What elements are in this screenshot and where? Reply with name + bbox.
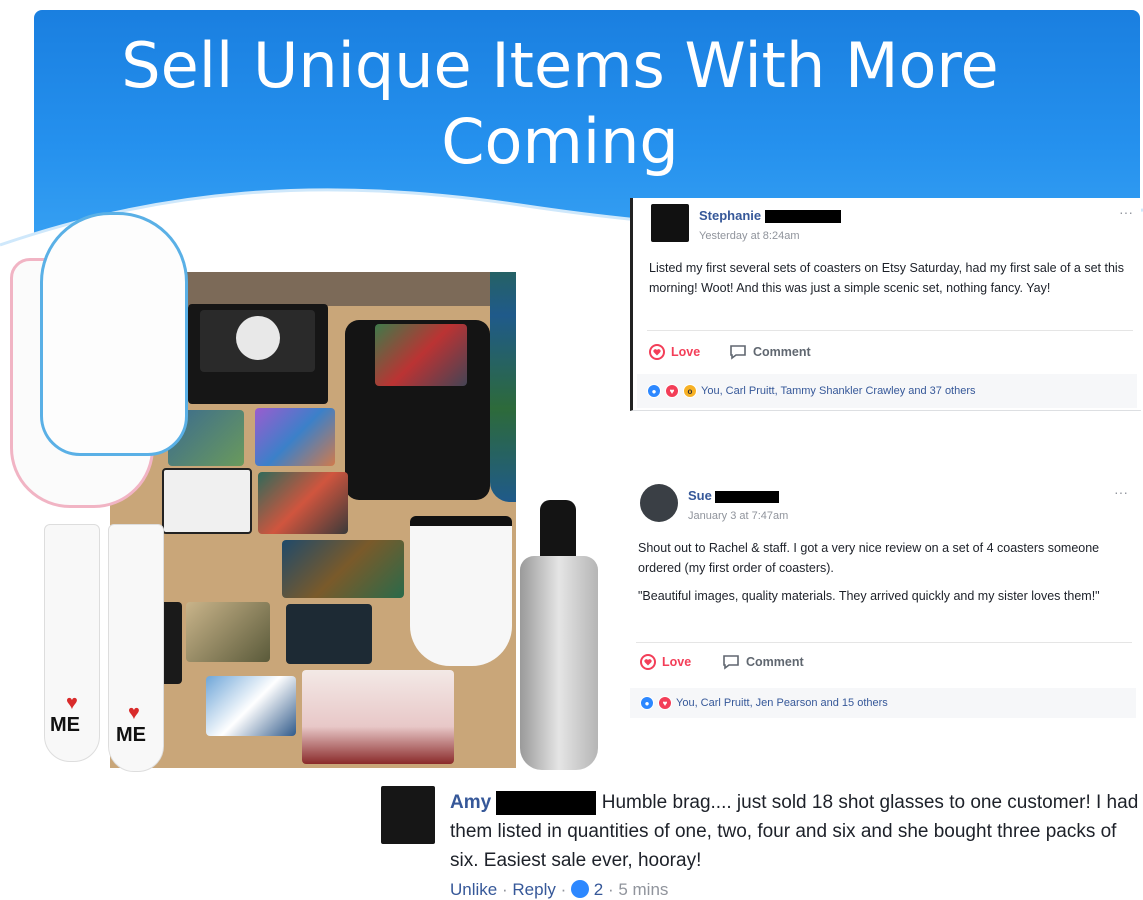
sock-text-left: ME: [50, 714, 80, 736]
love-button[interactable]: Love: [649, 344, 700, 360]
avatar: [381, 786, 435, 844]
peacock-socks: [488, 272, 516, 502]
wallet-white: [162, 468, 252, 534]
fb-post-sue: Sue January 3 at 7:47am ··· Shout out to…: [630, 476, 1136, 720]
comment-amy: Amy Humble brag.... just sold 18 shot gl…: [367, 778, 1143, 900]
wallet-forest: [282, 540, 404, 598]
wallet-nebula: [255, 408, 335, 466]
heart-outline-icon: [649, 344, 665, 360]
blue-bib: [40, 212, 188, 456]
comment-text: Amy Humble brag.... just sold 18 shot gl…: [450, 788, 1140, 875]
avatar: [651, 204, 689, 242]
title-line-2: Coming: [441, 105, 679, 178]
comment-button[interactable]: Comment: [722, 654, 804, 670]
tote-bag: [302, 670, 454, 764]
sun-bag: [188, 304, 328, 404]
comment-time[interactable]: 5 mins: [618, 880, 668, 899]
wallet-graffiti: [258, 472, 348, 534]
love-me-socks: ME ME ♥ ♥: [42, 524, 172, 772]
commenter-name[interactable]: Amy: [450, 792, 491, 813]
comment-icon: [730, 345, 746, 360]
poster-name[interactable]: Stephanie: [699, 208, 841, 224]
sock-text-right: ME: [116, 724, 146, 746]
comment-meta: Unlike · Reply · 2 · 5 mins: [450, 879, 669, 899]
comment-button[interactable]: Comment: [729, 344, 811, 360]
reactions-bar[interactable]: ● ♥ You, Carl Pruitt, Jen Pearson and 15…: [630, 688, 1136, 718]
avatar: [640, 484, 678, 522]
wallet-pattern: [286, 604, 372, 664]
post-time[interactable]: January 3 at 7:47am: [688, 510, 788, 522]
like-count-icon: [571, 879, 589, 898]
post-text: Listed my first several sets of coasters…: [649, 261, 1124, 295]
more-options-icon[interactable]: ···: [1119, 204, 1133, 220]
more-options-icon[interactable]: ···: [1114, 484, 1128, 500]
unlike-link[interactable]: Unlike: [450, 880, 497, 899]
heart-icon: ♥: [66, 692, 78, 714]
heart-outline-icon: [640, 654, 656, 670]
divider: [636, 642, 1132, 643]
wallet-snow: [206, 676, 296, 736]
reply-link[interactable]: Reply: [512, 880, 555, 899]
reactions-bar[interactable]: ● ♥ o You, Carl Pruitt, Tammy Shankler C…: [637, 374, 1137, 408]
wallet-landscape: [186, 602, 270, 662]
post-quote: "Beautiful images, quality materials. Th…: [638, 589, 1100, 603]
backpack: [345, 320, 490, 500]
like-reaction-icon: ●: [647, 384, 661, 398]
reactions-text[interactable]: You, Carl Pruitt, Jen Pearson and 15 oth…: [676, 697, 888, 709]
divider: [647, 330, 1133, 331]
wow-reaction-icon: o: [683, 384, 697, 398]
white-cup: [410, 516, 512, 666]
fb-post-stephanie: Stephanie Yesterday at 8:24am ··· Listed…: [630, 198, 1141, 411]
slide-title: Sell Unique Items With More Coming: [120, 28, 1000, 180]
love-reaction-icon: ♥: [665, 384, 679, 398]
title-line-1: Sell Unique Items With More: [121, 29, 999, 102]
like-count[interactable]: 2: [594, 880, 603, 899]
like-reaction-icon: ●: [640, 696, 654, 710]
water-bottle: [516, 500, 602, 772]
heart-icon: ♥: [128, 702, 140, 724]
post-time[interactable]: Yesterday at 8:24am: [699, 230, 800, 242]
reactions-text[interactable]: You, Carl Pruitt, Tammy Shankler Crawley…: [701, 385, 976, 397]
post-text: Shout out to Rachel & staff. I got a ver…: [638, 541, 1100, 575]
love-button[interactable]: Love: [640, 654, 691, 670]
love-reaction-icon: ♥: [658, 696, 672, 710]
poster-name[interactable]: Sue: [688, 488, 780, 503]
comment-icon: [723, 655, 739, 670]
